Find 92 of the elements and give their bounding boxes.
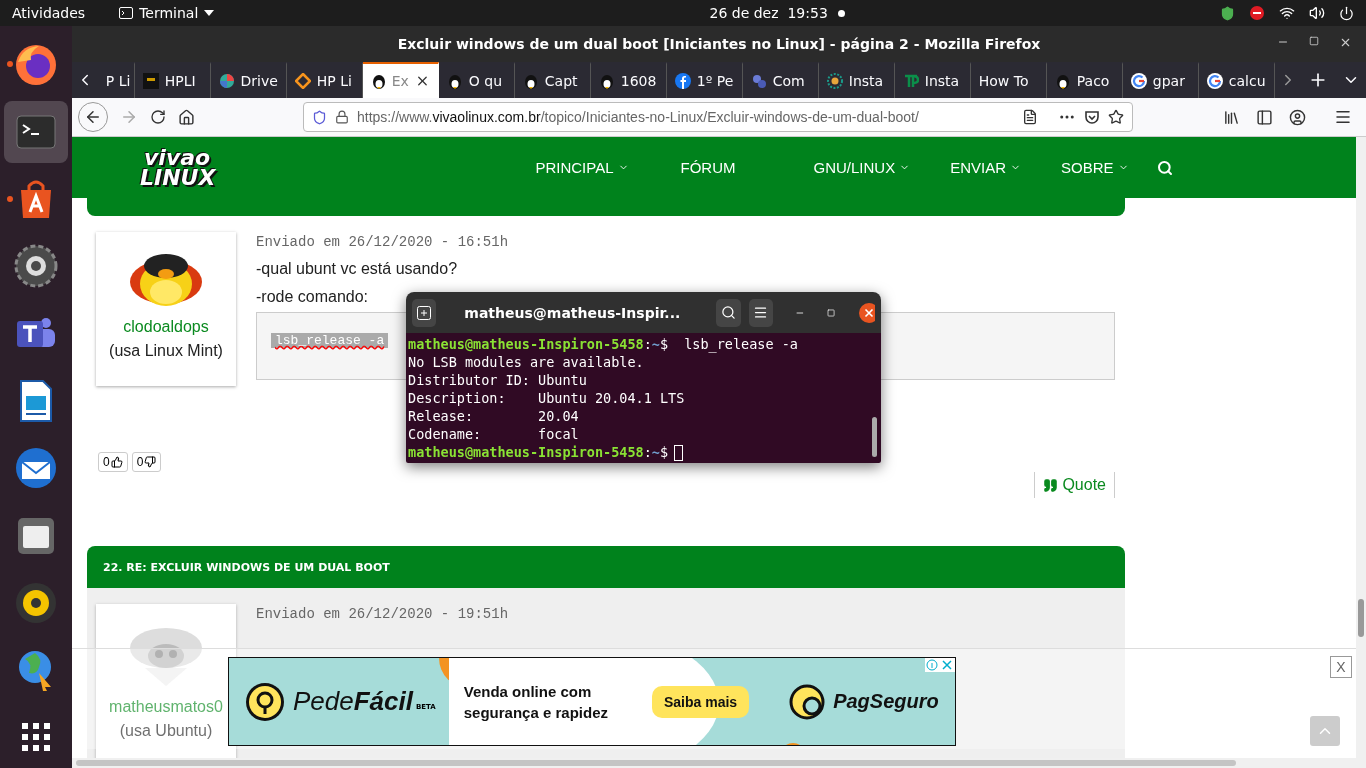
close-ad-button[interactable]: X bbox=[1330, 656, 1352, 678]
ad-info-icon[interactable] bbox=[925, 658, 955, 672]
terminal-output: Distributor ID: Ubuntu bbox=[408, 371, 587, 389]
code-text: lsb_release -a bbox=[271, 333, 389, 348]
penguin-icon bbox=[446, 73, 463, 89]
penguin-icon bbox=[522, 73, 539, 89]
pocket-icon[interactable] bbox=[1084, 109, 1100, 125]
terminal-prompt: matheus@matheus-Inspiron-5458:~$ bbox=[408, 443, 684, 461]
wifi-icon[interactable] bbox=[1279, 5, 1295, 21]
pin-logo-icon bbox=[245, 681, 285, 722]
post-date: Enviado em 26/12/2020 - 16:51h bbox=[256, 234, 510, 250]
library-icon[interactable] bbox=[1223, 108, 1240, 126]
vertical-scrollbar[interactable] bbox=[1356, 137, 1366, 758]
address-bar[interactable]: https://www.vivaolinux.com.br/topico/Iniciantes-no-Linux/Excluir-windows-de-um-dual-boot/ bbox=[303, 102, 1133, 132]
maximize-icon[interactable] bbox=[1309, 36, 1319, 46]
notification-dot bbox=[837, 9, 845, 17]
distro-label: (usa Linux Mint) bbox=[109, 342, 223, 360]
penguin-icon bbox=[598, 73, 615, 89]
close-icon[interactable] bbox=[1339, 36, 1352, 49]
partner-name: PagSeguro bbox=[833, 690, 939, 713]
post-date: Enviado em 26/12/2020 - 19:51h bbox=[256, 606, 510, 622]
google-icon bbox=[1130, 73, 1147, 89]
penguin-icon bbox=[1054, 73, 1071, 89]
ad-text: Venda online com bbox=[463, 681, 593, 702]
chat-icon bbox=[750, 73, 767, 89]
saiba-mais-button[interactable]: Saiba mais bbox=[652, 685, 750, 718]
dislike-button[interactable]: 0 bbox=[131, 452, 162, 472]
shield-icon[interactable] bbox=[312, 109, 327, 125]
terminal-output: Release: 20.04 bbox=[408, 407, 579, 425]
post-text: -qual ubunt vc está usando? bbox=[256, 260, 459, 278]
url-text: https://www.vivaolinux.com.br/topico/Iniciantes-no-Linux/Excluir-windows-de-um-dual-boot/ bbox=[357, 109, 920, 125]
search-icon bbox=[720, 305, 736, 320]
bookmark-star-icon[interactable] bbox=[1108, 109, 1124, 125]
horizontal-scrollbar[interactable] bbox=[72, 758, 1366, 768]
search-icon[interactable] bbox=[1156, 159, 1173, 176]
thumbs-down-icon bbox=[144, 456, 157, 468]
lock-icon[interactable] bbox=[335, 110, 349, 124]
back-icon bbox=[84, 108, 102, 126]
quote-button[interactable]: Quote bbox=[1034, 472, 1115, 498]
volume-icon[interactable] bbox=[1309, 5, 1325, 21]
settings-icon[interactable] bbox=[13, 243, 59, 290]
power-icon[interactable] bbox=[1339, 5, 1354, 21]
window-title: Excluir windows de um dual boot [Iniciantes no Linux] - página 2 - Mozilla Firefox bbox=[397, 36, 1041, 52]
new-tab-icon bbox=[417, 305, 432, 320]
thumbs-up-icon bbox=[110, 456, 123, 468]
quote-icon bbox=[1043, 477, 1059, 493]
terminal-prompt: matheus@matheus-Inspiron-5458:~$ lsb_release -a bbox=[408, 335, 798, 353]
search-button[interactable] bbox=[716, 298, 741, 327]
shield-icon[interactable] bbox=[1220, 5, 1235, 21]
app-menu[interactable]: Terminal bbox=[119, 5, 215, 21]
close-icon[interactable] bbox=[858, 302, 876, 323]
menu-icon bbox=[753, 305, 769, 320]
reader-view-icon[interactable] bbox=[1022, 109, 1038, 125]
new-tab-button[interactable] bbox=[412, 298, 437, 327]
do-not-disturb-icon[interactable] bbox=[1249, 5, 1265, 21]
gear-icon bbox=[826, 73, 843, 89]
facebook-icon bbox=[674, 73, 691, 89]
site-icon bbox=[902, 73, 919, 89]
terminal-output: Codename: focal bbox=[408, 425, 579, 443]
drive-icon bbox=[218, 73, 235, 89]
menu-icon[interactable] bbox=[1334, 108, 1352, 126]
penguin-icon bbox=[370, 73, 386, 89]
username[interactable]: clodoaldops bbox=[123, 318, 209, 336]
terminal-output: No LSB modules are available. bbox=[408, 353, 644, 371]
nav-link[interactable]: GNU/LINUX bbox=[813, 159, 911, 176]
menu-button[interactable] bbox=[748, 298, 773, 327]
diamond-icon bbox=[294, 73, 311, 89]
home-icon[interactable] bbox=[178, 108, 195, 126]
distro-label: (usa Ubuntu) bbox=[119, 722, 213, 740]
like-button[interactable]: 0 bbox=[98, 452, 128, 472]
nav-link[interactable]: SOBRE bbox=[1061, 159, 1129, 176]
reload-icon[interactable] bbox=[150, 109, 166, 125]
site-logo[interactable]: vivao LINUX bbox=[140, 147, 216, 188]
terminal-title: matheus@matheus-Inspir... bbox=[464, 304, 681, 321]
sidebar-icon[interactable] bbox=[1256, 108, 1273, 126]
nav-link[interactable]: ENVIAR bbox=[950, 159, 1022, 176]
terminal-icon bbox=[119, 7, 134, 19]
post-title: 22. RE: EXCLUIR WINDOWS DE UM DUAL BOOT bbox=[103, 560, 390, 574]
site-icon bbox=[142, 73, 159, 89]
nav-link[interactable]: PRINCIPAL bbox=[535, 159, 629, 176]
terminal-output: Description: Ubuntu 20.04.1 LTS bbox=[408, 389, 685, 407]
account-icon[interactable] bbox=[1289, 108, 1306, 126]
brand-name: PedeFácil bbox=[293, 686, 413, 717]
nav-link[interactable]: FÓRUM bbox=[680, 159, 736, 176]
caret-icon bbox=[204, 10, 215, 16]
google-icon bbox=[1206, 73, 1223, 89]
clock[interactable]: 26 de dez 19:53 bbox=[709, 5, 828, 21]
post-text: -rode comando: bbox=[256, 288, 370, 306]
maximize-icon[interactable] bbox=[826, 307, 835, 318]
browser-tab[interactable]: Ex bbox=[362, 62, 439, 98]
ad-text: segurança e rapidez bbox=[463, 702, 608, 723]
activities-button[interactable]: Atividades bbox=[12, 5, 86, 21]
